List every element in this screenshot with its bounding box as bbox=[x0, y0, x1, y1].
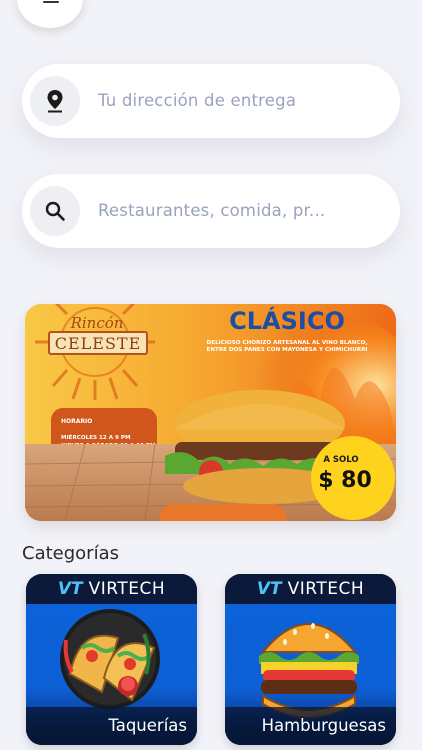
promo-description-line2: ENTRE DOS PANES CON MAYONESA Y CHIMICHUR… bbox=[207, 347, 368, 353]
search-placeholder: Restaurantes, comida, pr... bbox=[98, 201, 326, 220]
promo-schedule-title: HORARIO bbox=[61, 418, 92, 425]
promo-description-line1: DELICIOSO CHORIZO ARTESANAL AL VINO BLAN… bbox=[207, 340, 368, 346]
category-card-taquerias[interactable]: VT VIRTECH Taquerías bbox=[26, 574, 197, 745]
search-field[interactable]: Restaurantes, comida, pr... bbox=[22, 174, 400, 248]
categories-title: Categorías bbox=[22, 543, 119, 564]
promo-title: CLÁSICO bbox=[229, 306, 345, 335]
promo-brand-name: CELESTE bbox=[55, 334, 142, 353]
category-brand-bar: VT VIRTECH bbox=[26, 574, 197, 604]
menu-icon bbox=[43, 1, 59, 3]
location-pin-icon bbox=[30, 76, 80, 126]
category-label-taquerias: Taquerías bbox=[108, 716, 187, 735]
search-icon bbox=[30, 186, 80, 236]
delivery-address-field[interactable]: Tu dirección de entrega bbox=[22, 64, 400, 138]
promo-price-prefix: A SOLO bbox=[323, 455, 358, 465]
address-placeholder: Tu dirección de entrega bbox=[98, 91, 297, 110]
category-card-hamburguesas[interactable]: VT VIRTECH Hamburguesas bbox=[225, 574, 396, 745]
category-brand-bar: VT VIRTECH bbox=[225, 574, 396, 604]
virtech-logo-icon: VT bbox=[256, 579, 282, 599]
category-brand-name: VIRTECH bbox=[88, 579, 166, 599]
virtech-logo-icon: VT bbox=[57, 579, 83, 599]
promo-schedule-line1: MIÉRCOLES 12 A 9 PM bbox=[61, 433, 131, 441]
category-brand-name: VIRTECH bbox=[287, 579, 365, 599]
promo-price: $ 80 bbox=[318, 468, 372, 493]
category-label-hamburguesas: Hamburguesas bbox=[261, 716, 386, 735]
menu-button[interactable] bbox=[17, 0, 83, 28]
promo-brand-top: Rincón bbox=[70, 314, 124, 332]
promo-banner[interactable]: Rincón CELESTE CLÁSICO DELICIOSO CHORIZO… bbox=[25, 304, 396, 521]
